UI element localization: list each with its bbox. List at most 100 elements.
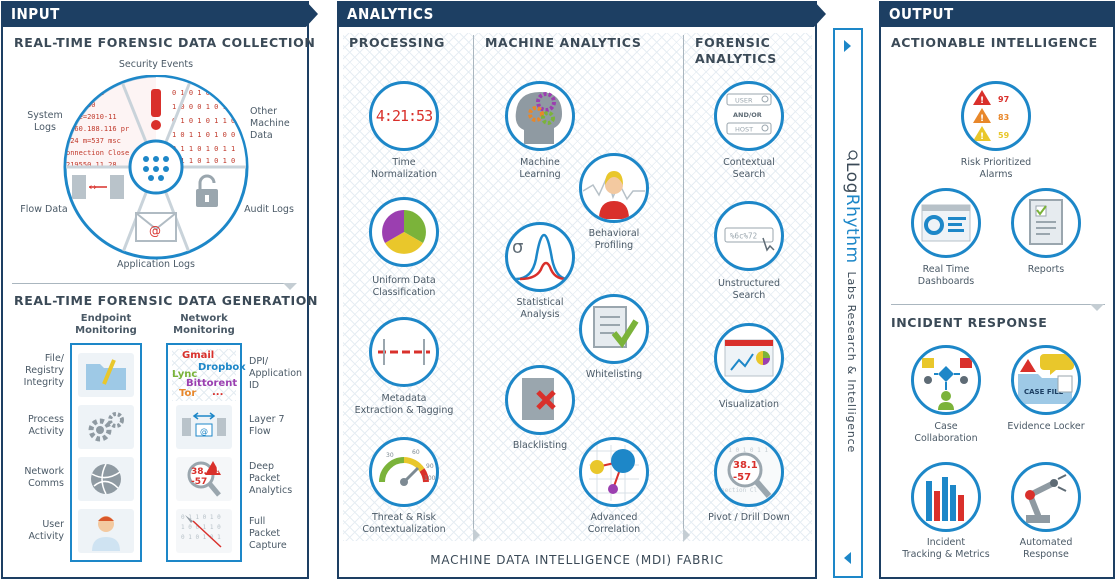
brand-tagline: Labs Research & Intelligence (845, 271, 859, 454)
alarm-value-high: 97 (998, 95, 1009, 104)
document-x-icon (522, 378, 556, 420)
document-check-icon (593, 306, 639, 349)
metadata-circle (369, 317, 439, 387)
gauge-tick: 30 (386, 452, 394, 459)
advanced-correlation-circle (579, 437, 649, 507)
gauge-tick: 60 (412, 449, 420, 456)
label-audit-logs: Audit Logs (244, 204, 294, 215)
dashboard-icon (921, 204, 971, 242)
label-uniform-data: Uniform Data Classification (372, 275, 436, 298)
visualization-icon (724, 339, 774, 377)
contextual-search-icon: USER AND/OR HOST (726, 93, 772, 135)
pivot-drill-down-circle: 0 1 0 1 0 1 1 nection Cl 38.1 -57 (714, 437, 784, 507)
layer7-flow-icon: @ (176, 405, 232, 449)
svg-text:0 1 0 1 0 1 1 0: 0 1 0 1 0 1 1 0 (172, 117, 235, 125)
case-file-icon: CASE FILE (1018, 354, 1074, 404)
row-user-activity: User Activity (28, 519, 64, 542)
svg-text:!: ! (216, 466, 220, 476)
network-monitoring-title: Network Monitoring (173, 313, 235, 336)
label-blacklisting: Blacklisting (512, 440, 568, 451)
dashboards-circle (911, 188, 981, 258)
row-layer7-flow: Layer 7 Flow (249, 414, 285, 437)
deep-packet-icon: 38. -57! (176, 457, 232, 501)
alarm-value-medium: 83 (998, 113, 1009, 122)
label-application-logs: Application Logs (116, 259, 196, 270)
label-statistical-analysis: Statistical Analysis (516, 297, 564, 320)
label-pivot-drill-down: Pivot / Drill Down (708, 512, 790, 523)
correlation-icon (589, 445, 639, 501)
svg-text:!: ! (980, 96, 984, 106)
contextual-search-circle: USER AND/OR HOST (714, 81, 784, 151)
behavioral-profiling-circle (579, 153, 649, 223)
risk-alarms-circle: ! ! ! 97 83 59 (961, 81, 1031, 151)
svg-text:@: @ (200, 427, 208, 436)
divider (891, 304, 1105, 305)
user-profile-icon (583, 171, 645, 219)
gauge-icon: 30 60 90 100 (379, 449, 436, 486)
blacklisting-circle (505, 365, 575, 435)
row-file-registry: File/ Registry Integrity (23, 353, 64, 388)
label-risk-alarms: Risk Prioritized Alarms (960, 157, 1032, 180)
label-whitelisting: Whitelisting (585, 369, 643, 380)
endpoint-monitoring-box (70, 343, 142, 562)
label-automated-response: Automated Response (1019, 537, 1073, 560)
column-divider-2 (683, 35, 684, 538)
magnifier-icon: 0 1 0 1 0 1 1 nection Cl 38.1 -57 (721, 447, 772, 498)
time-normalization-circle: 4:21:53 (369, 81, 439, 151)
svg-text:nection Cl: nection Cl (721, 487, 758, 494)
input-header: INPUT (1, 1, 318, 27)
svg-text:↔: ↔ (89, 183, 97, 193)
svg-text:1 0 1 1 0 1 0 0: 1 0 1 1 0 1 0 0 (172, 131, 235, 139)
whitelisting-circle (579, 294, 649, 364)
user-avatar-icon (78, 509, 134, 553)
search-field-host: HOST (735, 126, 753, 134)
logrhythm-logo-icon (846, 150, 858, 160)
brand-logo-log: Log (842, 162, 862, 194)
network-monitoring-box: Gmail Dropbox Lync Bittorent Tor ... @ 3… (166, 343, 246, 562)
row-dpi-application: DPI/ Application ID (249, 356, 303, 391)
svg-text:38.1: 38.1 (733, 460, 758, 471)
chevron-down-icon (283, 283, 297, 290)
svg-text:onnection Close: onnection Close (66, 149, 129, 157)
case-collaboration-circle (911, 345, 981, 415)
globe-icon (78, 457, 134, 501)
threat-risk-circle: 30 60 90 100 (369, 437, 439, 507)
app-gmail: Gmail (182, 350, 215, 361)
label-evidence-locker: Evidence Locker (1007, 421, 1085, 432)
machine-learning-circle (505, 81, 575, 151)
pie-chart-icon (382, 210, 426, 254)
app-tor: Tor (179, 388, 197, 399)
gears-icon (78, 405, 134, 449)
search-field-andor: AND/OR (733, 111, 762, 119)
label-threat-risk: Threat & Risk Contextualization (362, 512, 446, 535)
collaboration-icon (922, 358, 972, 410)
alarm-triangles-icon: ! ! ! 97 83 59 (973, 90, 1010, 142)
label-machine-learning: Machine Learning (519, 157, 561, 180)
uniform-data-circle (369, 197, 439, 267)
label-security-events: Security Events (118, 59, 194, 70)
brain-gears-icon (515, 92, 562, 144)
endpoint-monitoring-title: Endpoint Monitoring (75, 313, 137, 336)
gauge-tick: 100 (424, 475, 436, 482)
chevron-right-icon (473, 528, 480, 542)
unstructured-query: %6c%72 (730, 232, 757, 241)
forensic-analytics-title: FORENSIC ANALYTICS (695, 35, 777, 66)
actionable-title: ACTIONABLE INTELLIGENCE (891, 35, 1098, 50)
row-full-packet: Full Packet Capture (249, 516, 287, 551)
svg-text:024 m=537 msc: 024 m=537 msc (66, 137, 121, 145)
label-system-logs: System Logs (27, 110, 63, 133)
label-metadata: Metadata Extraction & Tagging (354, 393, 454, 416)
svg-text:38.: 38. (191, 467, 207, 477)
label-contextual-search: Contextual Search (723, 157, 775, 180)
alarm-value-low: 59 (998, 131, 1010, 140)
chevron-right-icon (683, 528, 690, 542)
unstructured-search-icon: %6c%72 (724, 227, 775, 252)
row-process-activity: Process Activity (27, 414, 64, 437)
row-deep-packet: Deep Packet Analytics (249, 461, 293, 496)
generation-title: REAL-TIME FORENSIC DATA GENERATION (14, 293, 319, 308)
report-document-icon (1029, 199, 1063, 245)
automated-response-circle (1011, 462, 1081, 532)
mdi-fabric-footer: MACHINE DATA INTELLIGENCE (MDI) FABRIC (430, 553, 724, 567)
row-network-comms: Network Comms (24, 466, 64, 489)
bar-chart-icon (926, 477, 964, 521)
